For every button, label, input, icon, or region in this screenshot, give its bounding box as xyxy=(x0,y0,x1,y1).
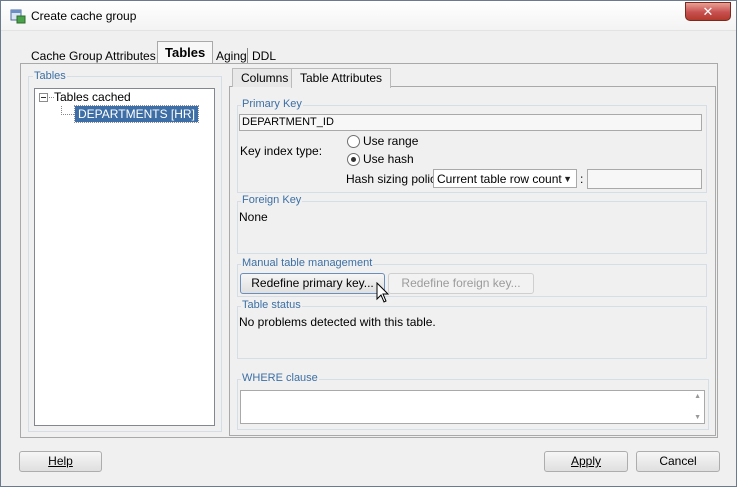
tree-connector xyxy=(61,114,74,115)
help-button[interactable]: Help xyxy=(19,451,102,472)
where-clause-textarea[interactable]: ▲ ▼ xyxy=(240,390,705,424)
apply-label: Apply xyxy=(570,454,602,468)
foreign-key-title: Foreign Key xyxy=(241,194,303,206)
tables-group-title: Tables xyxy=(33,70,67,82)
manual-table-management-title: Manual table management xyxy=(241,257,374,269)
title-bar: Create cache group ✕ xyxy=(1,1,736,31)
use-range-label[interactable]: Use range xyxy=(363,134,418,148)
hash-sizing-policy-value: Current table row count xyxy=(437,172,562,186)
tables-tree[interactable]: Tables cached DEPARTMENTS [HR] xyxy=(34,88,215,426)
create-cache-group-dialog: Create cache group ✕ Cache Group Attribu… xyxy=(0,0,737,487)
key-index-type-label: Key index type: xyxy=(240,144,323,158)
window-title: Create cache group xyxy=(31,9,137,23)
hash-sizing-policy-select[interactable]: Current table row count ▼ xyxy=(433,169,577,188)
help-label: Help xyxy=(48,454,73,468)
redefine-primary-key-button[interactable]: Redefine primary key... xyxy=(240,273,385,294)
tab-table-attributes[interactable]: Table Attributes xyxy=(291,68,392,88)
hash-sizing-policy-label: Hash sizing policy xyxy=(346,172,443,186)
close-icon: ✕ xyxy=(702,4,714,19)
tree-collapse-icon[interactable] xyxy=(39,93,48,102)
table-status-message: No problems detected with this table. xyxy=(239,315,436,329)
redefine-foreign-key-button[interactable]: Redefine foreign key... xyxy=(388,273,534,294)
table-status-groupbox xyxy=(237,306,707,359)
tree-node-tables-cached[interactable]: Tables cached xyxy=(54,90,131,104)
close-button[interactable]: ✕ xyxy=(685,2,731,21)
cancel-button[interactable]: Cancel xyxy=(636,451,720,472)
chevron-down-icon: ▼ xyxy=(563,174,572,184)
use-range-radio[interactable] xyxy=(347,135,360,148)
table-status-title: Table status xyxy=(241,299,302,311)
mouse-pointer-icon xyxy=(376,282,390,303)
tab-separator xyxy=(247,48,248,63)
primary-key-field: DEPARTMENT_ID xyxy=(239,114,702,131)
hash-sizing-input[interactable] xyxy=(587,169,702,189)
apply-button[interactable]: Apply xyxy=(544,451,628,472)
tab-columns[interactable]: Columns xyxy=(232,68,298,87)
where-clause-title: WHERE clause xyxy=(241,372,319,384)
use-hash-radio[interactable] xyxy=(347,153,360,166)
colon-label: : xyxy=(580,172,584,186)
primary-key-title: Primary Key xyxy=(241,98,303,110)
scroll-up-icon[interactable]: ▲ xyxy=(694,393,701,400)
cache-group-icon xyxy=(10,9,26,24)
scroll-down-icon[interactable]: ▼ xyxy=(694,414,701,421)
foreign-key-groupbox xyxy=(237,201,707,254)
tree-node-departments[interactable]: DEPARTMENTS [HR] xyxy=(74,105,199,123)
use-hash-label[interactable]: Use hash xyxy=(363,152,414,166)
tab-tables[interactable]: Tables xyxy=(157,41,214,64)
foreign-key-value: None xyxy=(239,210,268,224)
